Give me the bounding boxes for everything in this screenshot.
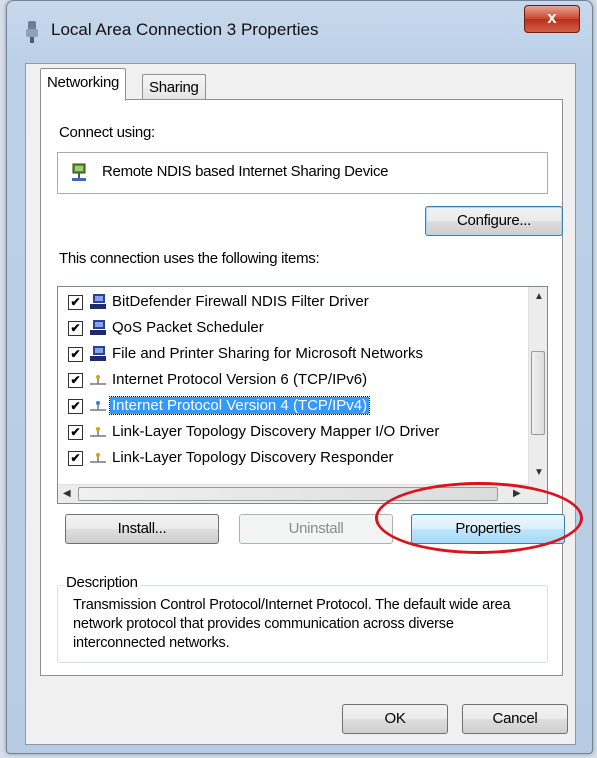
item-checkbox[interactable]: ✔ — [68, 347, 83, 362]
close-button[interactable]: x — [524, 5, 580, 33]
item-checkbox[interactable]: ✔ — [68, 295, 83, 310]
horizontal-scrollbar[interactable]: ◀ ▶ — [58, 484, 529, 503]
protocol-icon — [90, 401, 106, 411]
tab-sharing[interactable]: Sharing — [142, 74, 206, 101]
adapter-display: Remote NDIS based Internet Sharing Devic… — [57, 152, 548, 194]
dialog-client-area: Networking Sharing Connect using: Remote… — [25, 63, 576, 745]
scroll-up-icon[interactable]: ▲ — [534, 291, 544, 302]
description-text: Transmission Control Protocol/Internet P… — [73, 597, 511, 651]
network-client-icon — [90, 320, 106, 335]
list-item[interactable]: ✔ Link-Layer Topology Discovery Mapper I… — [58, 420, 528, 445]
title-bar[interactable]: Local Area Connection 3 Properties x — [7, 1, 592, 61]
description-title: Description — [63, 574, 141, 591]
scrollbar-corner — [529, 485, 547, 503]
adapter-name: Remote NDIS based Internet Sharing Devic… — [102, 163, 389, 180]
vertical-scrollbar[interactable]: ▲ ▼ — [528, 287, 547, 485]
item-label: Link-Layer Topology Discovery Mapper I/O… — [112, 423, 440, 440]
scroll-left-icon[interactable]: ◀ — [63, 488, 71, 499]
list-item[interactable]: ✔ Link-Layer Topology Discovery Responde… — [58, 446, 528, 471]
ok-button[interactable]: OK — [342, 704, 448, 734]
item-label: Link-Layer Topology Discovery Responder — [112, 449, 394, 466]
item-checkbox[interactable]: ✔ — [68, 425, 83, 440]
network-adapter-icon — [72, 163, 86, 181]
list-item[interactable]: ✔ Internet Protocol Version 4 (TCP/IPv4) — [58, 394, 528, 419]
item-checkbox[interactable]: ✔ — [68, 451, 83, 466]
item-label: BitDefender Firewall NDIS Filter Driver — [112, 293, 369, 310]
scroll-right-icon[interactable]: ▶ — [513, 488, 521, 499]
horizontal-scroll-thumb[interactable] — [78, 487, 498, 501]
item-label: File and Printer Sharing for Microsoft N… — [112, 345, 423, 362]
network-client-icon — [90, 346, 106, 361]
install-button[interactable]: Install... — [65, 514, 219, 544]
protocol-icon — [90, 453, 106, 463]
item-label: QoS Packet Scheduler — [112, 319, 264, 336]
window-title: Local Area Connection 3 Properties — [51, 20, 319, 39]
protocol-icon — [90, 427, 106, 437]
item-label-selected: Internet Protocol Version 4 (TCP/IPv4) — [108, 396, 371, 415]
list-item[interactable]: ✔ Internet Protocol Version 6 (TCP/IPv6) — [58, 368, 528, 393]
connect-using-label: Connect using: — [59, 124, 155, 141]
list-item[interactable]: ✔ QoS Packet Scheduler — [58, 316, 528, 341]
items-list[interactable]: ✔ BitDefender Firewall NDIS Filter Drive… — [57, 286, 548, 504]
network-client-icon — [90, 294, 106, 309]
protocol-icon — [90, 375, 106, 385]
properties-dialog: Local Area Connection 3 Properties x Net… — [6, 0, 593, 754]
list-item[interactable]: ✔ File and Printer Sharing for Microsoft… — [58, 342, 528, 367]
networking-panel: Connect using: Remote NDIS based Interne… — [40, 99, 565, 676]
properties-button[interactable]: Properties — [411, 514, 565, 544]
uninstall-button[interactable]: Uninstall — [239, 514, 393, 544]
items-label: This connection uses the following items… — [59, 250, 320, 267]
configure-button[interactable]: Configure... — [425, 206, 563, 236]
item-checkbox[interactable]: ✔ — [68, 321, 83, 336]
scroll-down-icon[interactable]: ▼ — [534, 467, 544, 478]
item-label: Internet Protocol Version 6 (TCP/IPv6) — [112, 371, 368, 388]
tab-networking[interactable]: Networking — [40, 68, 127, 101]
network-connection-icon — [26, 21, 38, 43]
list-item[interactable]: ✔ BitDefender Firewall NDIS Filter Drive… — [58, 290, 528, 315]
item-checkbox[interactable]: ✔ — [68, 373, 83, 388]
item-checkbox[interactable]: ✔ — [68, 399, 83, 414]
cancel-button[interactable]: Cancel — [462, 704, 568, 734]
vertical-scroll-thumb[interactable] — [531, 351, 545, 435]
